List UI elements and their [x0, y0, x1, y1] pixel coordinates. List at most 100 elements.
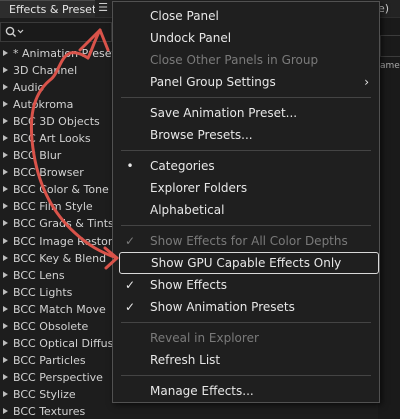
- adjacent-panel-label: ame: [380, 61, 400, 71]
- menu-item-label: Show Effects for All Color Depths: [150, 234, 348, 248]
- effects-category-item[interactable]: BCC Image Restoration: [0, 233, 112, 250]
- effects-category-label: BCC Stylize: [13, 387, 76, 401]
- effects-category-label: BCC Blur: [13, 149, 62, 163]
- menu-item-manage-effects[interactable]: Manage Effects...: [113, 380, 379, 402]
- menu-item-show-animation-presets[interactable]: ✓ Show Animation Presets: [113, 296, 379, 318]
- effects-category-item[interactable]: BCC 3D Objects: [0, 113, 112, 130]
- bullet-icon: •: [126, 159, 134, 173]
- effects-category-item[interactable]: BCC Film Style: [0, 198, 112, 215]
- menu-item-label: Manage Effects...: [150, 384, 254, 398]
- expand-arrow-icon[interactable]: [3, 220, 8, 227]
- expand-arrow-icon[interactable]: [3, 50, 8, 56]
- menu-item-label: Alphabetical: [150, 203, 225, 217]
- adjacent-panel-field[interactable]: [380, 35, 400, 57]
- menu-item-show-effects-for-all-color-depths: ✓ Show Effects for All Color Depths: [113, 230, 379, 252]
- expand-arrow-icon[interactable]: [3, 169, 8, 176]
- effects-category-item[interactable]: BCC Obsolete: [0, 318, 112, 335]
- effects-category-item[interactable]: BCC Optical Diffusion: [0, 335, 112, 352]
- effects-category-item[interactable]: BCC Grads & Tints: [0, 215, 112, 232]
- effects-category-item[interactable]: Audio: [0, 79, 112, 96]
- expand-arrow-icon[interactable]: [3, 67, 8, 74]
- expand-arrow-icon[interactable]: [3, 186, 8, 193]
- search-input[interactable]: [0, 22, 112, 42]
- expand-arrow-icon[interactable]: [3, 101, 8, 108]
- checkmark-icon: ✓: [124, 278, 136, 292]
- effects-category-label: 3D Channel: [13, 64, 78, 78]
- effects-category-item[interactable]: 3D Channel: [0, 62, 112, 79]
- effects-category-item[interactable]: BCC Blur: [0, 147, 112, 164]
- menu-item-reveal-in-explorer: Reveal in Explorer: [113, 327, 379, 349]
- expand-arrow-icon[interactable]: [3, 356, 8, 363]
- effects-category-label: Audio: [13, 81, 45, 95]
- menu-item-label: Show Effects: [150, 278, 227, 292]
- expand-arrow-icon[interactable]: [3, 254, 8, 261]
- menu-item-label: Categories: [150, 159, 215, 173]
- effects-category-item[interactable]: BCC Particles: [0, 352, 112, 369]
- panel-context-menu: Close Panel Undock Panel Close Other Panel…: [112, 1, 380, 403]
- effects-presets-tab[interactable]: Effects & Presets: [0, 0, 95, 17]
- effects-category-label: BCC 3D Objects: [13, 115, 100, 129]
- checkmark-icon: ✓: [124, 300, 136, 314]
- expand-arrow-icon[interactable]: [3, 407, 8, 414]
- effects-category-label: BCC Particles: [13, 353, 86, 367]
- adjacent-panel: [378, 18, 400, 419]
- menu-item-label: Show Animation Presets: [150, 300, 295, 314]
- effects-category-item[interactable]: BCC Match Move: [0, 301, 112, 318]
- expand-arrow-icon[interactable]: [3, 118, 8, 125]
- menu-item-show-gpu-capable-effects-only[interactable]: Show GPU Capable Effects Only: [119, 252, 379, 274]
- effects-category-item[interactable]: BCC Lights: [0, 284, 112, 301]
- menu-item-label: Close Other Panels in Group: [150, 53, 319, 67]
- menu-item-label: Browse Presets...: [150, 128, 253, 142]
- effects-category-item[interactable]: BCC Art Looks: [0, 130, 112, 147]
- effects-category-item[interactable]: Autokroma: [0, 96, 112, 113]
- effects-category-label: BCC Textures: [13, 404, 86, 418]
- effects-category-label: BCC Lens: [13, 268, 65, 282]
- menu-item-browse-presets[interactable]: Browse Presets...: [113, 124, 379, 146]
- expand-arrow-icon[interactable]: [3, 305, 8, 312]
- effects-category-label: Autokroma: [13, 98, 74, 112]
- expand-arrow-icon[interactable]: [3, 135, 8, 142]
- after-effects-window: Effects & Presets ☰ e) ame * Animation P…: [0, 0, 400, 419]
- effects-category-item[interactable]: * Animation Presets: [0, 45, 112, 62]
- expand-arrow-icon[interactable]: [3, 373, 8, 380]
- effects-category-item[interactable]: BCC Lens: [0, 267, 112, 284]
- menu-item-panel-group-settings[interactable]: Panel Group Settings ›: [113, 71, 379, 93]
- menu-item-undock-panel[interactable]: Undock Panel: [113, 27, 379, 49]
- effects-category-item[interactable]: BCC Stylize: [0, 386, 112, 403]
- expand-arrow-icon[interactable]: [3, 288, 8, 295]
- menu-separator: [121, 375, 371, 376]
- expand-arrow-icon[interactable]: [3, 203, 8, 210]
- effects-category-item[interactable]: BCC Color & Tone: [0, 181, 112, 198]
- menu-item-label: Save Animation Preset...: [150, 106, 298, 120]
- expand-arrow-icon[interactable]: [3, 84, 8, 91]
- menu-item-alphabetical[interactable]: Alphabetical: [113, 199, 379, 221]
- effects-category-item[interactable]: BCC Browser: [0, 164, 112, 181]
- effects-category-item[interactable]: BCC Perspective: [0, 369, 112, 386]
- menu-item-categories[interactable]: • Categories: [113, 155, 379, 177]
- effects-category-item[interactable]: BCC Key & Blend: [0, 250, 112, 267]
- menu-item-explorer-folders[interactable]: Explorer Folders: [113, 177, 379, 199]
- menu-item-save-animation-preset[interactable]: Save Animation Preset...: [113, 102, 379, 124]
- menu-item-show-effects[interactable]: ✓ Show Effects: [113, 274, 379, 296]
- hamburger-menu-icon[interactable]: ☰: [97, 2, 109, 14]
- expand-arrow-icon[interactable]: [3, 322, 8, 329]
- checkmark-icon: ✓: [124, 234, 136, 248]
- menu-item-close-panel[interactable]: Close Panel: [113, 5, 379, 27]
- menu-item-label: Show GPU Capable Effects Only: [151, 256, 342, 270]
- menu-item-refresh-list[interactable]: Refresh List: [113, 349, 379, 371]
- effects-category-item[interactable]: BCC Textures: [0, 403, 112, 419]
- menu-item-label: Explorer Folders: [150, 181, 248, 195]
- expand-arrow-icon[interactable]: [3, 237, 8, 244]
- menu-item-label: Close Panel: [150, 9, 219, 23]
- expand-arrow-icon[interactable]: [3, 390, 8, 397]
- effects-category-label: BCC Optical Diffusion: [13, 336, 112, 350]
- expand-arrow-icon[interactable]: [3, 339, 8, 346]
- effects-category-label: BCC Color & Tone: [13, 183, 109, 197]
- expand-arrow-icon[interactable]: [3, 271, 8, 278]
- menu-separator: [121, 225, 371, 226]
- expand-arrow-icon[interactable]: [3, 152, 8, 159]
- effects-category-label: BCC Film Style: [13, 200, 93, 214]
- effects-category-label: BCC Key & Blend: [13, 251, 107, 265]
- effects-category-label: * Animation Presets: [13, 47, 112, 60]
- menu-item-label: Refresh List: [150, 353, 221, 367]
